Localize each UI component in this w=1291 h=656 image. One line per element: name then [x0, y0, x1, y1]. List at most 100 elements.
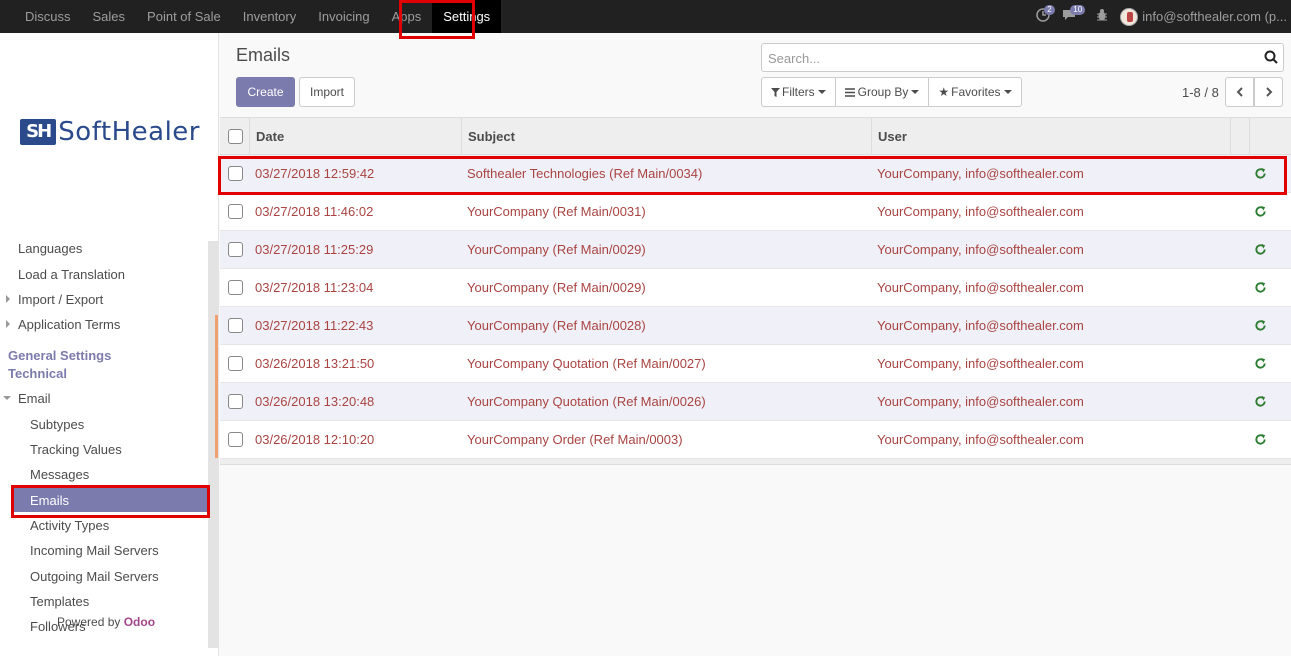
sidebar-item-import-export[interactable]: Import / Export [18, 292, 103, 307]
groupby-dropdown[interactable]: Group By [836, 78, 930, 106]
search-options: Filters Group By ★ Favorites [761, 77, 1022, 107]
systray: 2 10 info@softhealer.com (p... [1036, 0, 1291, 33]
sidebar-item-outgoing-mail-servers[interactable]: Outgoing Mail Servers [30, 569, 159, 584]
sidebar-item-languages[interactable]: Languages [18, 241, 82, 256]
column-header-action [1230, 118, 1250, 155]
row-user: YourCompany, info@softhealer.com [877, 166, 1084, 181]
sidebar-item-incoming-mail-servers[interactable]: Incoming Mail Servers [30, 543, 159, 558]
emails-list-table: Date Subject User 03/27/2018 12:59:42 Sof… [220, 117, 1291, 465]
retry-icon[interactable] [1254, 395, 1267, 408]
row-subject: YourCompany Order (Ref Main/0003) [467, 432, 683, 447]
column-header-extra [1249, 118, 1291, 155]
sidebar-section-general-settings[interactable]: General Settings [8, 348, 111, 363]
row-checkbox[interactable] [228, 394, 243, 409]
row-checkbox[interactable] [228, 318, 243, 333]
row-checkbox[interactable] [228, 204, 243, 219]
row-subject: YourCompany Quotation (Ref Main/0027) [467, 356, 706, 371]
row-user: YourCompany, info@softhealer.com [877, 356, 1084, 371]
sidebar-section-technical[interactable]: Technical [8, 366, 67, 381]
sidebar-item-subtypes[interactable]: Subtypes [30, 417, 84, 432]
row-checkbox[interactable] [228, 432, 243, 447]
row-date: 03/27/2018 11:23:04 [255, 280, 374, 295]
row-checkbox[interactable] [228, 280, 243, 295]
user-menu[interactable]: info@softhealer.com (p... [1142, 9, 1291, 24]
sidebar-item-load-translation[interactable]: Load a Translation [18, 267, 125, 282]
table-row[interactable]: 03/26/2018 12:10:20 YourCompany Order (Re… [220, 421, 1291, 459]
sidebar-item-tracking-values[interactable]: Tracking Values [30, 442, 122, 457]
row-subject: YourCompany (Ref Main/0031) [467, 204, 646, 219]
table-row[interactable]: 03/27/2018 11:46:02 YourCompany (Ref Main… [220, 193, 1291, 231]
import-button[interactable]: Import [299, 77, 355, 107]
retry-icon[interactable] [1254, 357, 1267, 370]
expand-caret-icon[interactable] [6, 320, 10, 328]
search-input[interactable]: Search... [761, 43, 1284, 72]
filters-dropdown[interactable]: Filters [762, 78, 836, 106]
sidebar-item-activity-types[interactable]: Activity Types [30, 518, 109, 533]
menu-sales[interactable]: Sales [82, 0, 137, 33]
menu-settings[interactable]: Settings [432, 0, 502, 33]
row-subject: YourCompany (Ref Main/0029) [467, 280, 646, 295]
column-header-subject[interactable]: Subject [461, 118, 872, 155]
table-row[interactable]: 03/27/2018 11:22:43 YourCompany (Ref Main… [220, 307, 1291, 345]
search-placeholder: Search... [768, 51, 821, 66]
collapse-caret-icon[interactable] [3, 396, 11, 400]
pager-next-button[interactable] [1254, 77, 1283, 107]
messages-count-badge: 10 [1070, 5, 1086, 15]
row-user: YourCompany, info@softhealer.com [877, 318, 1084, 333]
row-user: YourCompany, info@softhealer.com [877, 204, 1084, 219]
retry-icon[interactable] [1254, 167, 1267, 180]
retry-icon[interactable] [1254, 281, 1267, 294]
sidebar: SH SoftHealer [0, 33, 219, 656]
messages-icon[interactable]: 10 [1062, 5, 1086, 25]
row-user: YourCompany, info@softhealer.com [877, 394, 1084, 409]
retry-icon[interactable] [1254, 319, 1267, 332]
create-button[interactable]: Create [236, 77, 295, 107]
table-row[interactable]: 03/27/2018 11:23:04 YourCompany (Ref Main… [220, 269, 1291, 307]
row-date: 03/27/2018 12:59:42 [255, 166, 375, 181]
table-row[interactable]: 03/26/2018 13:21:50 YourCompany Quotation… [220, 345, 1291, 383]
powered-by-brand[interactable]: Odoo [124, 615, 155, 629]
menu-point-of-sale[interactable]: Point of Sale [136, 0, 232, 33]
table-row[interactable]: 03/26/2018 13:20:48 YourCompany Quotation… [220, 383, 1291, 421]
menu-discuss[interactable]: Discuss [14, 0, 82, 33]
list-icon [844, 87, 855, 97]
menu-apps[interactable]: Apps [381, 0, 433, 33]
row-date: 03/27/2018 11:25:29 [255, 242, 374, 257]
retry-icon[interactable] [1254, 243, 1267, 256]
sidebar-item-application-terms[interactable]: Application Terms [18, 317, 120, 332]
sidebar-item-templates[interactable]: Templates [30, 594, 89, 609]
row-subject: Softhealer Technologies (Ref Main/0034) [467, 166, 703, 181]
main-menu: Discuss Sales Point of Sale Inventory In… [14, 0, 502, 33]
row-subject: YourCompany Quotation (Ref Main/0026) [467, 394, 706, 409]
row-date: 03/26/2018 12:10:20 [255, 432, 375, 447]
column-header-date[interactable]: Date [249, 118, 462, 155]
row-checkbox[interactable] [228, 166, 243, 181]
search-icon[interactable] [1264, 50, 1278, 64]
column-header-user[interactable]: User [871, 118, 1231, 155]
select-all-checkbox[interactable] [228, 129, 243, 144]
sidebar-item-emails[interactable]: Emails [30, 493, 69, 508]
retry-icon[interactable] [1254, 205, 1267, 218]
pager-value[interactable]: 1-8 / 8 [1182, 85, 1219, 100]
chevron-down-icon [817, 90, 826, 94]
user-avatar[interactable] [1120, 7, 1139, 26]
table-row[interactable]: 03/27/2018 11:25:29 YourCompany (Ref Main… [220, 231, 1291, 269]
retry-icon[interactable] [1254, 433, 1267, 446]
top-navbar: Discuss Sales Point of Sale Inventory In… [0, 0, 1291, 33]
favorites-dropdown[interactable]: ★ Favorites [929, 78, 1020, 106]
row-checkbox[interactable] [228, 242, 243, 257]
logo-text: SoftHealer [58, 117, 200, 147]
menu-invoicing[interactable]: Invoicing [307, 0, 380, 33]
debug-bug-icon[interactable] [1096, 8, 1108, 25]
logo-mark: SH [20, 119, 57, 145]
row-date: 03/26/2018 13:21:50 [255, 356, 375, 371]
sidebar-group-email[interactable]: Email [18, 391, 51, 406]
expand-caret-icon[interactable] [6, 295, 10, 303]
activity-icon[interactable]: 2 [1036, 5, 1055, 25]
sidebar-item-messages[interactable]: Messages [30, 467, 89, 482]
chevron-right-icon [1265, 87, 1272, 97]
menu-inventory[interactable]: Inventory [232, 0, 307, 33]
row-checkbox[interactable] [228, 356, 243, 371]
pager-previous-button[interactable] [1225, 77, 1254, 107]
table-row[interactable]: 03/27/2018 12:59:42 Softhealer Technologi… [220, 155, 1291, 193]
